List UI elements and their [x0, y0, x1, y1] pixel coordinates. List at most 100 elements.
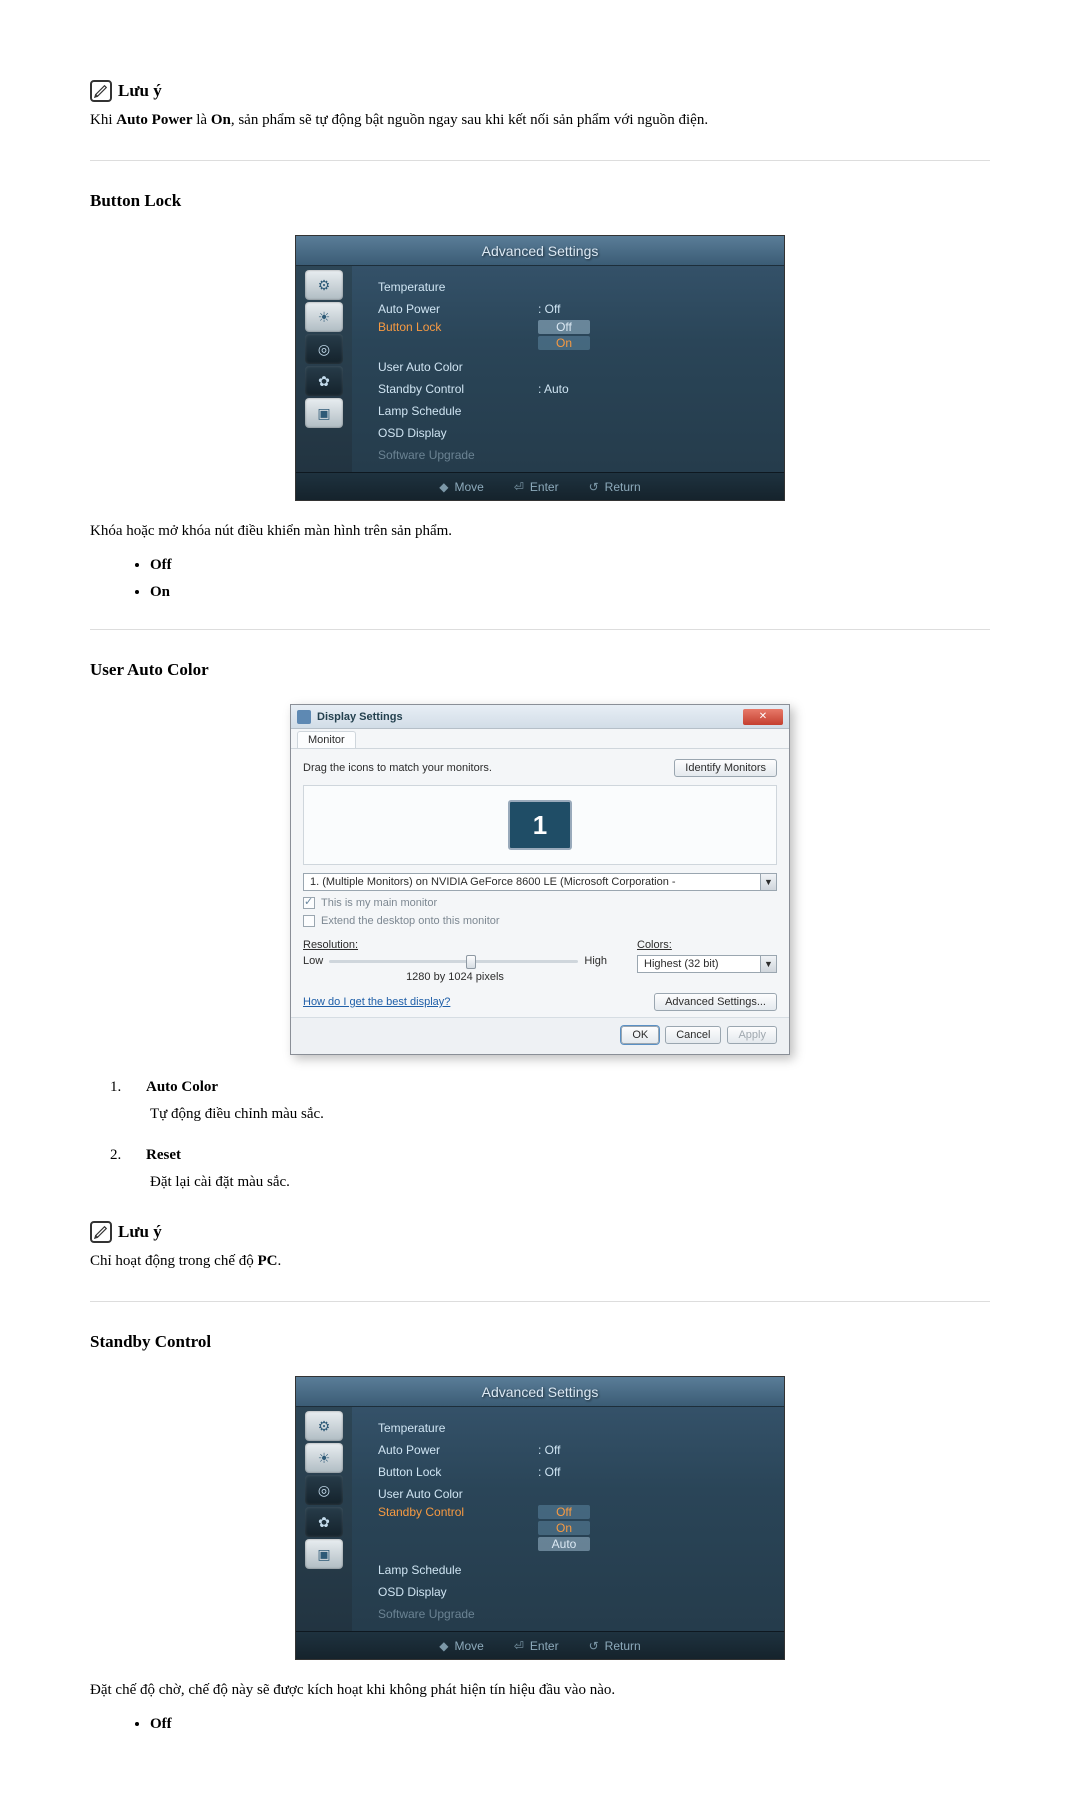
- osd-row[interactable]: Temperature: [378, 276, 768, 298]
- osd-row[interactable]: OSD Display: [378, 1581, 768, 1603]
- tab-monitor[interactable]: Monitor: [297, 731, 356, 748]
- osd-tab-icon-4[interactable]: ✿: [305, 366, 343, 396]
- osd-row-label: Auto Power: [378, 302, 538, 316]
- osd-option[interactable]: On: [538, 1521, 590, 1535]
- section-user-auto-color: User Auto Color Display Settings ✕ Monit…: [90, 660, 990, 1191]
- enter-icon: ⏎: [514, 1639, 524, 1653]
- osd-row-label: Button Lock: [378, 320, 538, 334]
- main-monitor-checkbox: This is my main monitor: [303, 897, 777, 909]
- osd-row[interactable]: Standby Control: Auto: [378, 378, 768, 400]
- resolution-slider[interactable]: Low High: [303, 955, 607, 967]
- extend-desktop-checkbox: Extend the desktop onto this monitor: [303, 915, 777, 927]
- osd-row[interactable]: Standby ControlOffOnAuto: [378, 1505, 768, 1559]
- list-item: Reset Đặt lại cài đặt màu sắc.: [110, 1147, 990, 1191]
- item-desc: Đặt lại cài đặt màu sắc.: [150, 1174, 990, 1191]
- osd-row-label: Software Upgrade: [378, 448, 538, 462]
- osd-row[interactable]: Button Lock: Off: [378, 1461, 768, 1483]
- osd-tab-icon-2[interactable]: ☀: [305, 302, 343, 332]
- note-header: Lưu ý: [90, 80, 990, 102]
- option-label: Off: [150, 557, 172, 573]
- divider: [90, 629, 990, 630]
- osd-option[interactable]: Off: [538, 1505, 590, 1519]
- osd-row: Software Upgrade: [378, 444, 768, 466]
- note-header: Lưu ý: [90, 1221, 990, 1243]
- osd-row[interactable]: Auto Power: Off: [378, 298, 768, 320]
- identify-monitors-button[interactable]: Identify Monitors: [674, 759, 777, 777]
- checkbox-icon: [303, 897, 315, 909]
- osd-footer: ◆Move ⏎Enter ↺Return: [296, 472, 784, 500]
- osd-tab-icon-3[interactable]: ◎: [305, 334, 343, 364]
- dialog-instruction: Drag the icons to match your monitors.: [303, 762, 492, 774]
- osd-row[interactable]: Temperature: [378, 1417, 768, 1439]
- osd-sidebar: ⚙ ☀ ◎ ✿ ▣: [296, 1407, 352, 1631]
- osd-row-label: Lamp Schedule: [378, 1563, 538, 1577]
- section-button-lock: Button Lock Advanced Settings ⚙ ☀ ◎ ✿ ▣ …: [90, 191, 990, 601]
- note-icon: [90, 1221, 112, 1243]
- dialog-titlebar: Display Settings ✕: [291, 705, 789, 729]
- osd-title: Advanced Settings: [296, 236, 784, 266]
- osd-row[interactable]: Lamp Schedule: [378, 1559, 768, 1581]
- osd-tab-icon-2[interactable]: ☀: [305, 1443, 343, 1473]
- display-settings-dialog: Display Settings ✕ Monitor Drag the icon…: [290, 704, 790, 1055]
- button-lock-desc: Khóa hoặc mở khóa nút điều khiển màn hìn…: [90, 519, 990, 543]
- note-title: Lưu ý: [118, 1222, 162, 1242]
- osd-option[interactable]: On: [538, 336, 590, 350]
- list-item: Off: [150, 1716, 990, 1733]
- dialog-app-icon: [297, 710, 311, 724]
- help-link[interactable]: How do I get the best display?: [303, 996, 450, 1008]
- osd-tab-icon-1[interactable]: ⚙: [305, 1411, 343, 1441]
- monitor-preview[interactable]: 1: [303, 785, 777, 865]
- osd-row-label: Button Lock: [378, 1465, 538, 1479]
- osd-tab-icon-3[interactable]: ◎: [305, 1475, 343, 1505]
- osd-row-label: Lamp Schedule: [378, 404, 538, 418]
- osd-option[interactable]: Off: [538, 320, 590, 334]
- apply-button[interactable]: Apply: [727, 1026, 777, 1044]
- osd-tab-icon-5[interactable]: ▣: [305, 398, 343, 428]
- osd-row[interactable]: User Auto Color: [378, 1483, 768, 1505]
- resolution-label: Resolution:: [303, 939, 607, 951]
- osd-row[interactable]: Lamp Schedule: [378, 400, 768, 422]
- osd-tab-icon-1[interactable]: ⚙: [305, 270, 343, 300]
- advanced-settings-button[interactable]: Advanced Settings...: [654, 993, 777, 1011]
- osd-row-label: Temperature: [378, 280, 538, 294]
- heading-user-auto-color: User Auto Color: [90, 660, 990, 680]
- osd-row-label: Temperature: [378, 1421, 538, 1435]
- osd-tab-icon-5[interactable]: ▣: [305, 1539, 343, 1569]
- monitor-select[interactable]: 1. (Multiple Monitors) on NVIDIA GeForce…: [303, 873, 777, 891]
- heading-button-lock: Button Lock: [90, 191, 990, 211]
- osd-row-label: User Auto Color: [378, 1487, 538, 1501]
- note-title: Lưu ý: [118, 81, 162, 101]
- item-label: Reset: [146, 1147, 181, 1164]
- resolution-value: 1280 by 1024 pixels: [303, 971, 607, 983]
- note-body: Chỉ hoạt động trong chế độ PC.: [90, 1249, 990, 1273]
- osd-row[interactable]: User Auto Color: [378, 356, 768, 378]
- osd-tab-icon-4[interactable]: ✿: [305, 1507, 343, 1537]
- osd-row: Software Upgrade: [378, 1603, 768, 1625]
- osd-row-label: User Auto Color: [378, 360, 538, 374]
- dialog-title: Display Settings: [317, 711, 743, 723]
- return-icon: ↺: [589, 480, 599, 494]
- item-label: Auto Color: [146, 1079, 218, 1096]
- ok-button[interactable]: OK: [621, 1026, 659, 1044]
- osd-row-value: : Auto: [538, 382, 569, 396]
- osd-row[interactable]: Auto Power: Off: [378, 1439, 768, 1461]
- standby-control-desc: Đặt chế độ chờ, chế độ này sẽ được kích …: [90, 1678, 990, 1702]
- note-icon: [90, 80, 112, 102]
- section-standby-control: Standby Control Advanced Settings ⚙ ☀ ◎ …: [90, 1332, 990, 1733]
- cancel-button[interactable]: Cancel: [665, 1026, 721, 1044]
- osd-option[interactable]: Auto: [538, 1537, 590, 1551]
- list-item: On: [150, 584, 990, 601]
- move-icon: ◆: [439, 480, 448, 494]
- heading-standby-control: Standby Control: [90, 1332, 990, 1352]
- colors-select[interactable]: Highest (32 bit) ▼: [637, 955, 777, 973]
- close-icon[interactable]: ✕: [743, 709, 783, 725]
- monitor-1-icon[interactable]: 1: [508, 800, 572, 850]
- osd-row-label: Auto Power: [378, 1443, 538, 1457]
- osd-row[interactable]: OSD Display: [378, 422, 768, 444]
- osd-panel-standby-control: Advanced Settings ⚙ ☀ ◎ ✿ ▣ Temperature A…: [295, 1376, 785, 1660]
- option-label: Off: [150, 1716, 172, 1732]
- chevron-down-icon: ▼: [760, 956, 776, 972]
- osd-row[interactable]: Button LockOff On: [378, 320, 768, 356]
- osd-title: Advanced Settings: [296, 1377, 784, 1407]
- osd-row-label: OSD Display: [378, 1585, 538, 1599]
